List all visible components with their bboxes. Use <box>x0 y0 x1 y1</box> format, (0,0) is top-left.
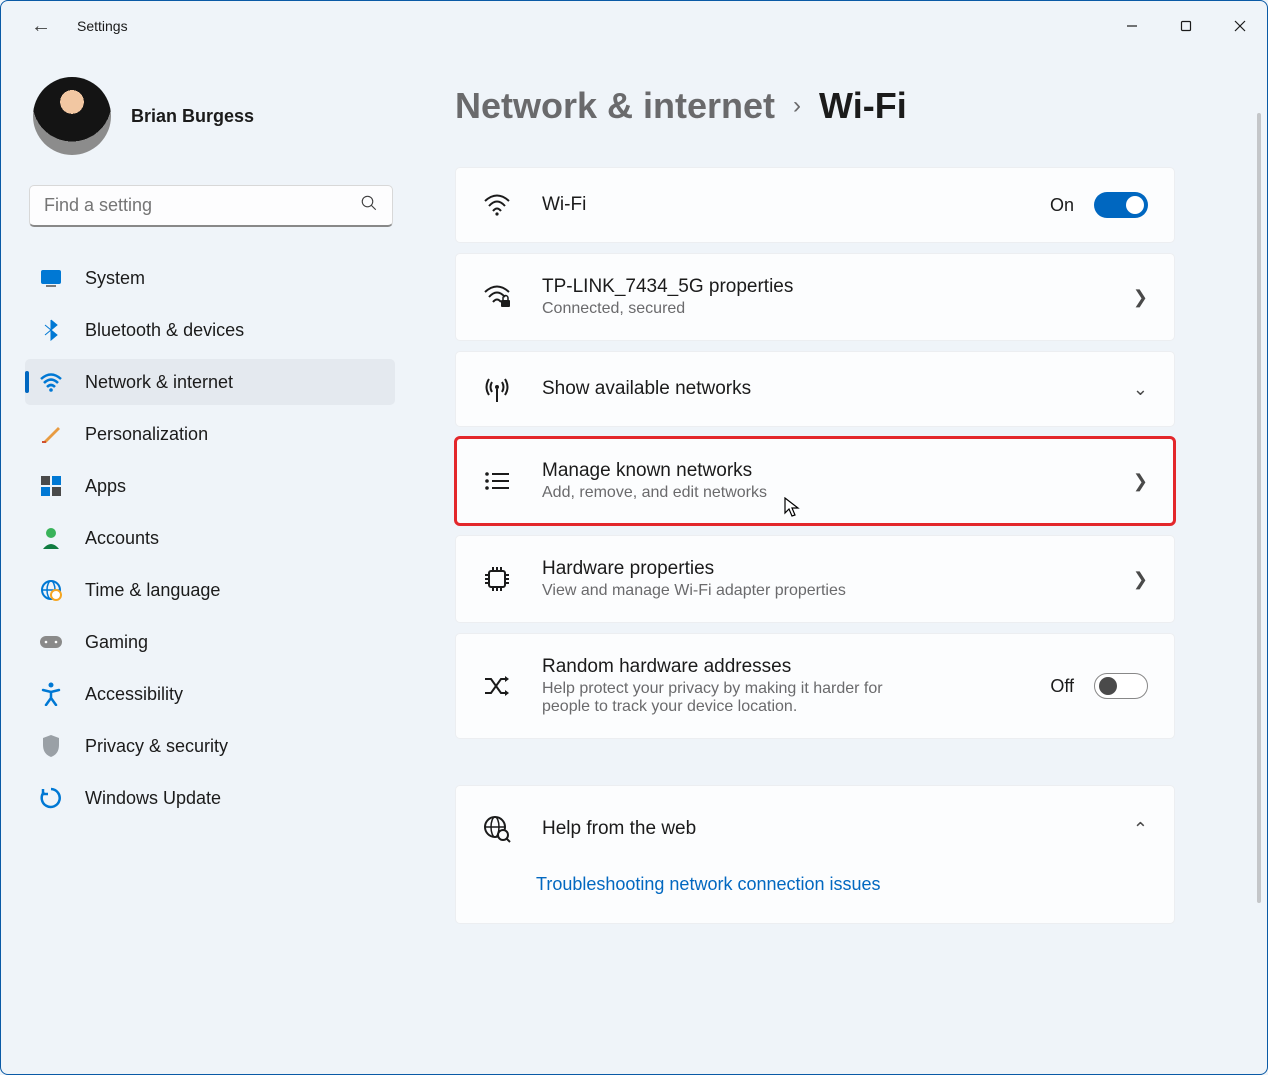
help-card[interactable]: Help from the web ⌃ Troubleshooting netw… <box>455 785 1175 924</box>
system-icon <box>39 266 63 290</box>
sidebar-item-gaming[interactable]: Gaming <box>25 619 395 665</box>
globe-clock-icon <box>39 578 63 602</box>
card-title: Wi-Fi <box>542 194 1020 216</box>
card-title: TP-LINK_7434_5G properties <box>542 276 1103 298</box>
sidebar-item-time[interactable]: Time & language <box>25 567 395 613</box>
card-title: Show available networks <box>542 378 1103 400</box>
card-subtitle: Connected, secured <box>542 300 1103 318</box>
sidebar-item-label: Accounts <box>85 528 159 549</box>
sidebar-item-label: Accessibility <box>85 684 183 705</box>
shuffle-icon <box>482 671 512 701</box>
wifi-icon <box>482 190 512 220</box>
sidebar-item-label: System <box>85 268 145 289</box>
random-mac-state-label: Off <box>1050 676 1074 697</box>
sidebar-item-label: Privacy & security <box>85 736 228 757</box>
chevron-right-icon: ❯ <box>1133 471 1148 492</box>
gaming-icon <box>39 630 63 654</box>
breadcrumb-current: Wi-Fi <box>819 85 907 127</box>
avatar <box>33 77 111 155</box>
sidebar-item-label: Personalization <box>85 424 208 445</box>
apps-icon <box>39 474 63 498</box>
antenna-icon <box>482 374 512 404</box>
sidebar-item-label: Bluetooth & devices <box>85 320 244 341</box>
sidebar-item-accessibility[interactable]: Accessibility <box>25 671 395 717</box>
show-available-networks-card[interactable]: Show available networks ⌄ <box>455 351 1175 427</box>
hardware-properties-card[interactable]: Hardware properties View and manage Wi-F… <box>455 535 1175 623</box>
globe-search-icon <box>482 814 512 844</box>
sidebar-item-label: Time & language <box>85 580 220 601</box>
chevron-right-icon: ❯ <box>1133 569 1148 590</box>
brush-icon <box>39 422 63 446</box>
update-icon <box>39 786 63 810</box>
sidebar-item-label: Gaming <box>85 632 148 653</box>
wifi-icon <box>39 370 63 394</box>
wifi-secure-icon <box>482 282 512 312</box>
search-icon <box>360 194 378 217</box>
sidebar-item-label: Network & internet <box>85 372 233 393</box>
sidebar-item-personalization[interactable]: Personalization <box>25 411 395 457</box>
close-icon <box>1234 20 1246 32</box>
sidebar-item-network[interactable]: Network & internet <box>25 359 395 405</box>
chevron-down-icon: ⌄ <box>1133 379 1148 400</box>
sidebar-item-accounts[interactable]: Accounts <box>25 515 395 561</box>
user-block[interactable]: Brian Burgess <box>25 77 395 155</box>
help-link[interactable]: Troubleshooting network connection issue… <box>536 874 1148 895</box>
chevron-right-icon: › <box>793 92 801 120</box>
card-title: Hardware properties <box>542 558 1103 580</box>
search-box[interactable] <box>29 185 393 227</box>
random-mac-card[interactable]: Random hardware addresses Help protect y… <box>455 633 1175 739</box>
wifi-state-label: On <box>1050 195 1074 216</box>
sidebar-item-label: Apps <box>85 476 126 497</box>
manage-known-networks-card[interactable]: Manage known networks Add, remove, and e… <box>455 437 1175 525</box>
card-subtitle: Help protect your privacy by making it h… <box>542 680 902 716</box>
breadcrumb-parent[interactable]: Network & internet <box>455 85 775 127</box>
card-subtitle: Add, remove, and edit networks <box>542 484 1103 502</box>
chevron-up-icon: ⌃ <box>1133 819 1148 840</box>
user-name: Brian Burgess <box>131 106 254 127</box>
sidebar-item-update[interactable]: Windows Update <box>25 775 395 821</box>
sidebar-item-privacy[interactable]: Privacy & security <box>25 723 395 769</box>
card-title: Manage known networks <box>542 460 1103 482</box>
wifi-properties-card[interactable]: TP-LINK_7434_5G properties Connected, se… <box>455 253 1175 341</box>
accounts-icon <box>39 526 63 550</box>
accessibility-icon <box>39 682 63 706</box>
wifi-toggle-card[interactable]: Wi-Fi On <box>455 167 1175 243</box>
list-icon <box>482 466 512 496</box>
scrollbar[interactable] <box>1253 113 1265 933</box>
sidebar-item-apps[interactable]: Apps <box>25 463 395 509</box>
shield-icon <box>39 734 63 758</box>
card-title: Help from the web <box>542 818 1103 840</box>
wifi-toggle[interactable] <box>1094 192 1148 218</box>
app-title: Settings <box>77 18 128 34</box>
sidebar-item-label: Windows Update <box>85 788 221 809</box>
search-input[interactable] <box>44 195 360 216</box>
card-subtitle: View and manage Wi-Fi adapter properties <box>542 582 1103 600</box>
back-button[interactable]: ← <box>31 15 51 38</box>
minimize-button[interactable] <box>1105 6 1159 46</box>
card-title: Random hardware addresses <box>542 656 1020 678</box>
sidebar-item-bluetooth[interactable]: Bluetooth & devices <box>25 307 395 353</box>
maximize-icon <box>1180 20 1192 32</box>
close-button[interactable] <box>1213 6 1267 46</box>
breadcrumb: Network & internet › Wi-Fi <box>455 85 1175 127</box>
sidebar-item-system[interactable]: System <box>25 255 395 301</box>
random-mac-toggle[interactable] <box>1094 673 1148 699</box>
scrollbar-thumb[interactable] <box>1257 113 1261 903</box>
maximize-button[interactable] <box>1159 6 1213 46</box>
minimize-icon <box>1126 20 1138 32</box>
chevron-right-icon: ❯ <box>1133 287 1148 308</box>
bluetooth-icon <box>39 318 63 342</box>
chip-icon <box>482 564 512 594</box>
